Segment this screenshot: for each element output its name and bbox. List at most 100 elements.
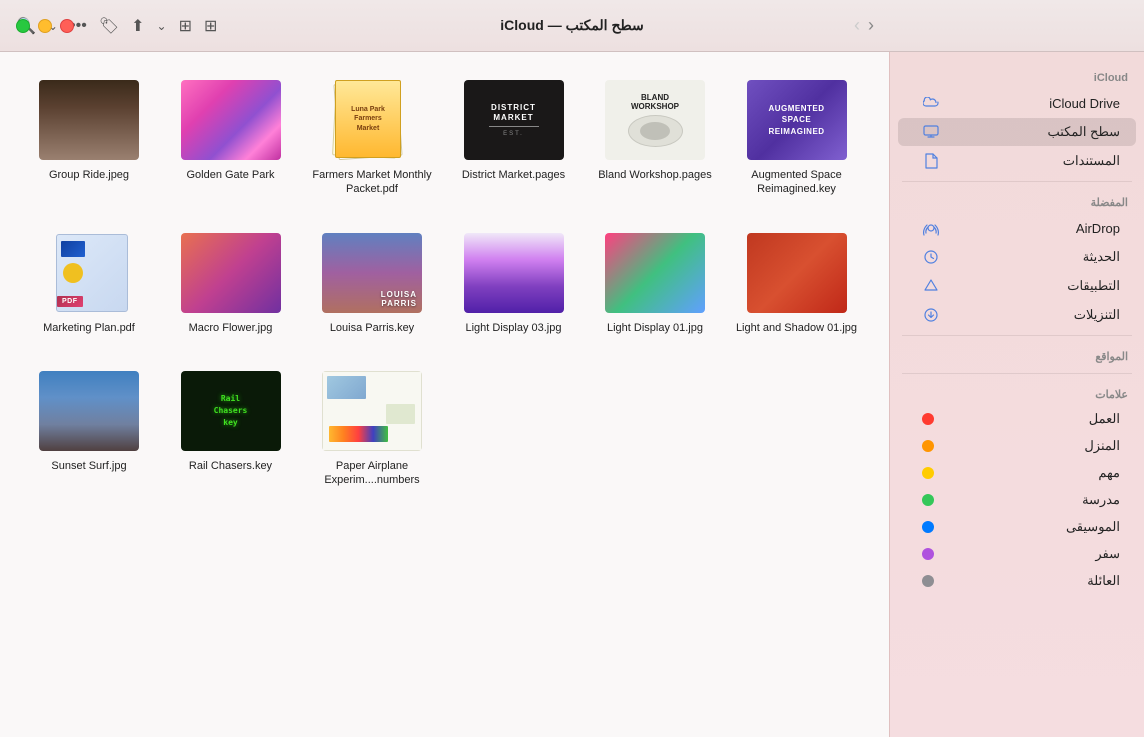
sidebar-item-tag-work[interactable]: العمل: [898, 406, 1136, 432]
downloads-icon: [922, 306, 940, 324]
applications-icon: [922, 277, 940, 295]
file-thumbnail: Luna ParkFarmersMarket: [322, 80, 422, 160]
file-name: Group Ride.jpeg: [49, 168, 129, 182]
file-name: Bland Workshop.pages: [598, 168, 712, 182]
sidebar-item-downloads[interactable]: التنزيلات: [898, 301, 1136, 329]
file-thumbnail: [181, 233, 281, 313]
file-thumbnail: BLANDWORKSHOP: [605, 80, 705, 160]
file-name: Augmented Space Reimagined.key: [736, 168, 858, 197]
file-item[interactable]: PDF Marketing Plan.pdf: [24, 225, 154, 343]
sidebar-item-label: سفر: [934, 546, 1120, 562]
file-name: Light Display 03.jpg: [465, 321, 561, 335]
file-name: Farmers Market Monthly Packet.pdf: [311, 168, 433, 197]
file-thumbnail: [605, 233, 705, 313]
chevron-down2-icon[interactable]: ⌄: [157, 19, 167, 33]
documents-icon: [922, 152, 940, 170]
sidebar-item-label: الحديثة: [940, 249, 1120, 265]
file-thumbnail: [39, 371, 139, 451]
sidebar-item-label: العمل: [934, 411, 1120, 427]
tag-color-work: [922, 413, 934, 425]
file-item[interactable]: Paper Airplane Experim....numbers: [307, 363, 437, 496]
sidebar-section-favorites: المفضلة: [890, 188, 1144, 213]
sidebar-item-label: سطح المكتب: [940, 124, 1120, 140]
tag-color-important: [922, 467, 934, 479]
file-area[interactable]: Group Ride.jpeg Golden Gate Park Luna Pa…: [0, 52, 889, 737]
tag-color-school: [922, 494, 934, 506]
file-thumbnail: [181, 80, 281, 160]
tag-icon[interactable]: 🏷: [99, 16, 119, 36]
navigation: ‹ ›: [854, 15, 874, 36]
file-name: Macro Flower.jpg: [189, 321, 273, 335]
file-name: Light and Shadow 01.jpg: [736, 321, 857, 335]
file-name: Golden Gate Park: [186, 168, 274, 182]
file-item[interactable]: Macro Flower.jpg: [166, 225, 296, 343]
sidebar-item-label: التنزيلات: [940, 307, 1120, 323]
share-icon[interactable]: ⬆: [131, 16, 144, 36]
file-item[interactable]: Light Display 03.jpg: [449, 225, 579, 343]
maximize-button[interactable]: [16, 19, 30, 33]
sidebar-item-recents[interactable]: الحديثة: [898, 243, 1136, 271]
file-name: District Market.pages: [462, 168, 565, 182]
sidebar: iCloud iCloud Drive سطح المكتب المستندات…: [889, 52, 1144, 737]
sidebar-section-tags: علامات: [890, 380, 1144, 405]
file-thumbnail: [39, 80, 139, 160]
sidebar-item-tag-travel[interactable]: سفر: [898, 541, 1136, 567]
file-item[interactable]: Luna ParkFarmersMarket Farmers Market Mo…: [307, 72, 437, 205]
sidebar-item-documents[interactable]: المستندات: [898, 147, 1136, 175]
airdrop-icon: [922, 219, 940, 237]
file-thumbnail: PDF: [39, 233, 139, 313]
sidebar-item-tag-family[interactable]: العائلة: [898, 568, 1136, 594]
sidebar-item-icloud-drive[interactable]: iCloud Drive: [898, 89, 1136, 117]
grid-icon[interactable]: ⊞: [204, 16, 217, 36]
back-button[interactable]: ‹: [854, 15, 860, 36]
file-thumbnail: LOUISAPARRIS: [322, 233, 422, 313]
file-name: Sunset Surf.jpg: [51, 459, 126, 473]
file-item[interactable]: Sunset Surf.jpg: [24, 363, 154, 496]
file-item[interactable]: AUGMENTEDSPACEREIMAGINED Augmented Space…: [732, 72, 862, 205]
file-item[interactable]: DISTRICTMARKET EST. District Market.page…: [449, 72, 579, 205]
sidebar-section-locations: المواقع: [890, 342, 1144, 367]
sidebar-item-label: iCloud Drive: [940, 96, 1120, 111]
desktop-icon: [922, 123, 940, 141]
file-item[interactable]: Light and Shadow 01.jpg: [732, 225, 862, 343]
sidebar-divider: [902, 335, 1132, 336]
file-name: Louisa Parris.key: [330, 321, 414, 335]
sidebar-item-label: المنزل: [934, 438, 1120, 454]
close-button[interactable]: [60, 19, 74, 33]
sidebar-item-tag-school[interactable]: مدرسة: [898, 487, 1136, 513]
sidebar-section-icloud: iCloud: [890, 64, 1144, 88]
tag-color-family: [922, 575, 934, 587]
sidebar-item-tag-home[interactable]: المنزل: [898, 433, 1136, 459]
file-name: Paper Airplane Experim....numbers: [311, 459, 433, 488]
file-thumbnail: [322, 371, 422, 451]
sidebar-item-label: الموسيقى: [934, 519, 1120, 535]
sidebar-item-tag-music[interactable]: الموسيقى: [898, 514, 1136, 540]
recents-icon: [922, 248, 940, 266]
main-container: Group Ride.jpeg Golden Gate Park Luna Pa…: [0, 52, 1144, 737]
sidebar-item-desktop[interactable]: سطح المكتب: [898, 118, 1136, 146]
view-icon[interactable]: ⊞: [179, 16, 192, 36]
sidebar-item-label: مهم: [934, 465, 1120, 481]
file-item[interactable]: LOUISAPARRIS Louisa Parris.key: [307, 225, 437, 343]
sidebar-divider: [902, 373, 1132, 374]
sidebar-item-label: مدرسة: [934, 492, 1120, 508]
file-item[interactable]: RailChaserskey Rail Chasers.key: [166, 363, 296, 496]
sidebar-item-tag-important[interactable]: مهم: [898, 460, 1136, 486]
sidebar-item-label: العائلة: [934, 573, 1120, 589]
file-thumbnail: DISTRICTMARKET EST.: [464, 80, 564, 160]
file-item[interactable]: Golden Gate Park: [166, 72, 296, 205]
window-title: سطح المكتب — iCloud: [500, 17, 643, 34]
file-item[interactable]: Light Display 01.jpg: [590, 225, 720, 343]
forward-button[interactable]: ›: [868, 15, 874, 36]
sidebar-divider: [902, 181, 1132, 182]
sidebar-item-airdrop[interactable]: AirDrop: [898, 214, 1136, 242]
minimize-button[interactable]: [38, 19, 52, 33]
file-thumbnail: [464, 233, 564, 313]
file-item[interactable]: BLANDWORKSHOP Bland Workshop.pages: [590, 72, 720, 205]
file-name: Rail Chasers.key: [189, 459, 272, 473]
tag-color-home: [922, 440, 934, 452]
file-item[interactable]: Group Ride.jpeg: [24, 72, 154, 205]
tag-color-travel: [922, 548, 934, 560]
sidebar-item-applications[interactable]: التطبيقات: [898, 272, 1136, 300]
sidebar-item-label: التطبيقات: [940, 278, 1120, 294]
